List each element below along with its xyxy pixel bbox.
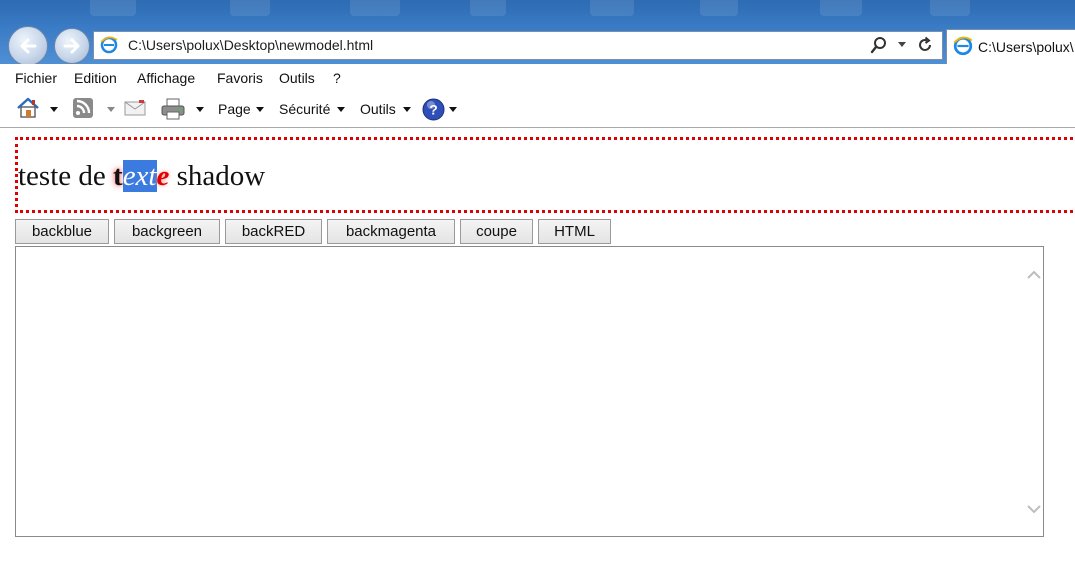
taskbar-blur — [590, 0, 634, 16]
print-icon[interactable] — [160, 97, 186, 126]
taskbar-blur — [90, 0, 136, 16]
heading-red-letter: e — [156, 160, 170, 192]
backblue-button[interactable]: backblue — [15, 219, 109, 244]
svg-text:?: ? — [429, 102, 438, 118]
help-dropdown-icon[interactable] — [449, 107, 457, 112]
back-button[interactable] — [8, 26, 48, 64]
print-dropdown-icon[interactable] — [196, 107, 204, 112]
menu-fichier[interactable]: Fichier — [15, 70, 57, 86]
browser-tab[interactable]: C:\Users\polux\ — [946, 29, 1075, 64]
search-icon[interactable] — [870, 36, 888, 59]
taskbar-blur — [930, 0, 970, 16]
refresh-icon[interactable] — [916, 36, 934, 59]
address-bar[interactable]: C:\Users\polux\Desktop\newmodel.html — [93, 31, 943, 60]
taskbar-blur — [820, 0, 862, 16]
menu-affichage[interactable]: Affichage — [137, 70, 195, 86]
home-icon[interactable] — [16, 97, 40, 124]
backgreen-button[interactable]: backgreen — [114, 219, 220, 244]
arrow-right-icon — [63, 38, 80, 54]
heading-shadow-letter: t — [113, 160, 123, 192]
heading-text-before: teste de — [18, 160, 114, 192]
command-bar: Page Sécurité Outils ? — [0, 92, 1075, 127]
search-dropdown-icon[interactable] — [898, 42, 906, 47]
tools-dropdown-icon[interactable] — [403, 107, 411, 112]
read-mail-icon[interactable] — [124, 99, 148, 122]
arrow-left-icon — [20, 38, 37, 54]
backred-button[interactable]: backRED — [225, 219, 322, 244]
menu-edition[interactable]: Edition — [74, 70, 117, 86]
taskbar-blur — [700, 0, 738, 16]
rss-dropdown-icon[interactable] — [107, 107, 115, 112]
backmagenta-button[interactable]: backmagenta — [327, 219, 455, 244]
html-button[interactable]: HTML — [538, 219, 611, 244]
heading-text-after: shadow — [169, 160, 266, 192]
security-dropdown-icon[interactable] — [337, 107, 345, 112]
help-icon[interactable]: ? — [422, 98, 445, 126]
taskbar-blur — [230, 0, 270, 16]
taskbar-blur — [470, 0, 506, 16]
forward-button[interactable] — [54, 28, 90, 64]
menu-favoris[interactable]: Favoris — [217, 70, 263, 86]
page-heading[interactable]: teste de texte shadow — [18, 160, 265, 193]
page-menu[interactable]: Page — [218, 101, 251, 117]
security-menu[interactable]: Sécurité — [279, 101, 330, 117]
menu-help[interactable]: ? — [333, 70, 341, 86]
page-dropdown-icon[interactable] — [256, 107, 264, 112]
coupe-button[interactable]: coupe — [460, 219, 533, 244]
ie-logo-icon — [953, 36, 973, 61]
taskbar-blur — [350, 0, 400, 16]
browser-titlebar: C:\Users\polux\Desktop\newmodel.html C:\… — [0, 0, 1075, 64]
chrome-separator — [0, 127, 1075, 128]
address-url[interactable]: C:\Users\polux\Desktop\newmodel.html — [128, 37, 373, 53]
scroll-down-icon[interactable] — [1026, 501, 1042, 519]
menu-bar: Fichier Edition Affichage Favoris Outils… — [0, 64, 1075, 92]
editor-textarea[interactable] — [15, 246, 1044, 537]
ie-logo-icon — [100, 36, 118, 59]
tab-title: C:\Users\polux\ — [978, 39, 1074, 55]
tools-menu[interactable]: Outils — [360, 101, 396, 117]
scroll-up-icon[interactable] — [1026, 267, 1042, 285]
home-dropdown-icon[interactable] — [50, 107, 58, 112]
rss-feed-icon[interactable] — [72, 97, 94, 124]
heading-selected-text[interactable]: ext — [122, 160, 157, 192]
menu-outils[interactable]: Outils — [279, 70, 315, 86]
